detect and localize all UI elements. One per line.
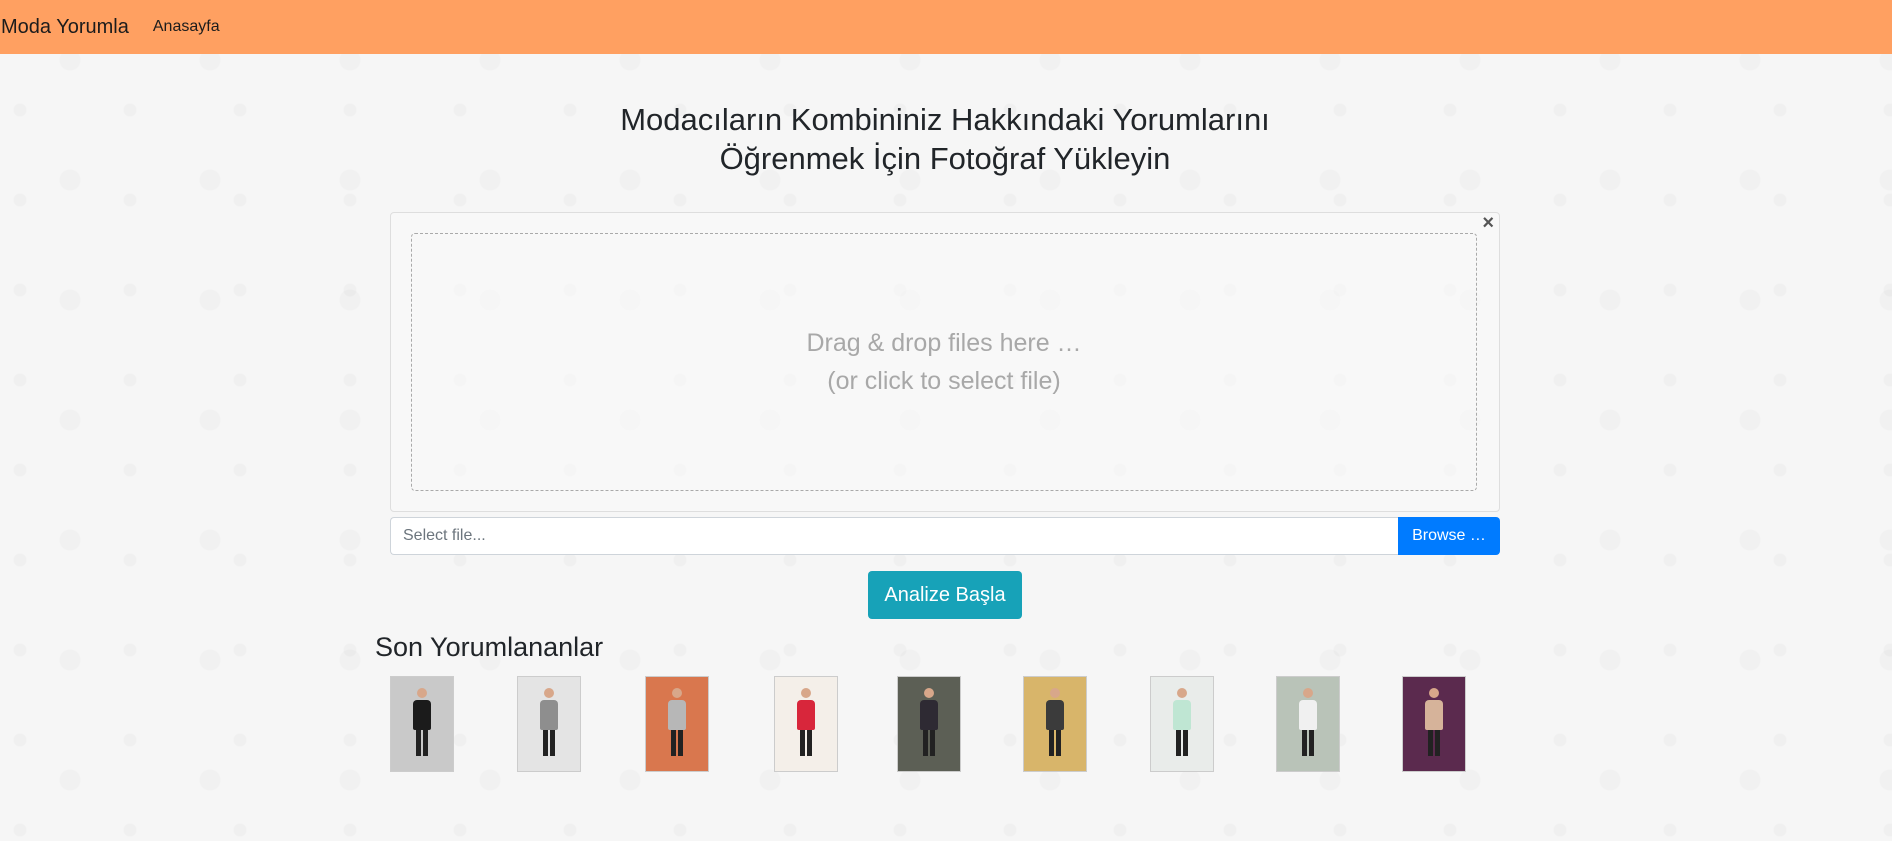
drop-zone-text: Drag & drop files here … (806, 329, 1082, 357)
person-figure (1173, 688, 1191, 757)
drop-zone-subtext: (or click to select file) (827, 367, 1061, 395)
person-figure (1299, 688, 1317, 757)
person-figure (1425, 688, 1443, 757)
close-icon[interactable]: × (1482, 213, 1494, 233)
page-title: Modacıların Kombininiz Hakkındaki Yoruml… (0, 100, 1890, 178)
recent-thumbnail-image[interactable] (774, 676, 838, 772)
person-figure (1046, 688, 1064, 757)
top-navbar: Moda Yorumla Anasayfa (0, 0, 1892, 54)
browse-button[interactable]: Browse … (1398, 517, 1500, 555)
file-upload-frame: × Drag & drop files here … (or click to … (390, 212, 1500, 512)
recent-thumbnail-image[interactable] (1276, 676, 1340, 772)
nav-link-home[interactable]: Anasayfa (153, 18, 220, 36)
brand-link[interactable]: Moda Yorumla (1, 16, 129, 39)
recent-thumbnail-image[interactable] (390, 676, 454, 772)
recent-thumbnail-image[interactable] (897, 676, 961, 772)
person-figure (540, 688, 558, 757)
person-figure (413, 688, 431, 757)
page-title-line-1: Modacıların Kombininiz Hakkındaki Yoruml… (620, 102, 1270, 137)
recent-thumbnail-image[interactable] (1402, 676, 1466, 772)
person-figure (797, 688, 815, 757)
recent-section-title: Son Yorumlananlar (375, 632, 604, 662)
file-input-group: Browse … (390, 517, 1500, 555)
recent-thumbnail-image[interactable] (517, 676, 581, 772)
recent-thumbnail-image[interactable] (1150, 676, 1214, 772)
page-title-line-2: Öğrenmek İçin Fotoğraf Yükleyin (719, 141, 1171, 176)
person-figure (920, 688, 938, 757)
recent-thumbnail-image[interactable] (645, 676, 709, 772)
recent-thumbnail-image[interactable] (1023, 676, 1087, 772)
start-analysis-button[interactable]: Analize Başla (868, 571, 1022, 619)
person-figure (668, 688, 686, 757)
file-caption-input[interactable] (390, 517, 1398, 555)
drop-zone[interactable]: Drag & drop files here … (or click to se… (411, 233, 1477, 491)
